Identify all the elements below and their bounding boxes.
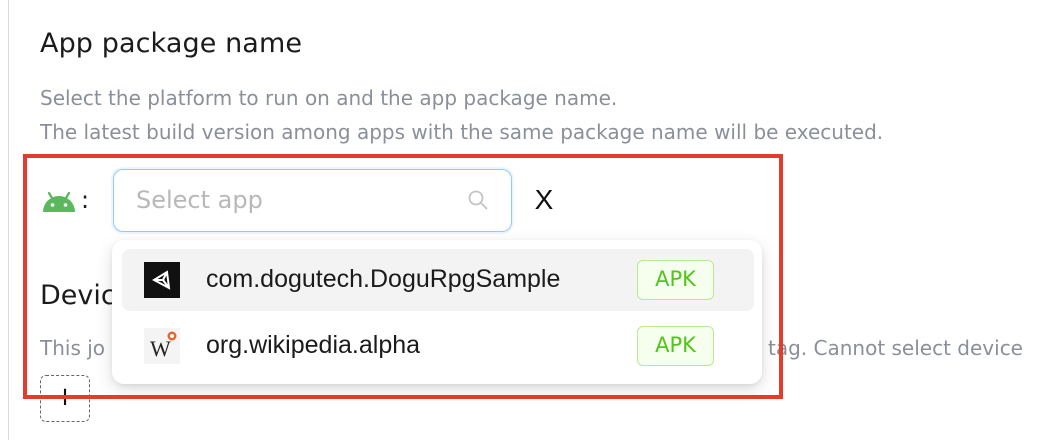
dropdown-option-label: org.wikipedia.alpha: [206, 331, 421, 359]
dropdown-option-label: com.dogutech.DoguRpgSample: [206, 265, 561, 293]
android-icon: [43, 191, 75, 212]
section-title: App package name: [40, 28, 303, 59]
dropdown-option-wikipedia[interactable]: W org.wikipedia.alpha APK: [122, 315, 754, 377]
add-device-button[interactable]: +: [40, 375, 90, 422]
unity-icon: [144, 262, 180, 298]
platform-separator: :: [81, 186, 90, 214]
apk-tag: APK: [637, 260, 714, 300]
wikipedia-icon: W: [144, 328, 180, 364]
svg-text:W: W: [150, 336, 171, 361]
device-section-description-left: This jo: [40, 336, 106, 360]
device-section-description-right: tag. Cannot select device: [768, 336, 1023, 360]
app-select-placeholder: Select app: [136, 186, 263, 214]
search-icon: [468, 190, 488, 210]
app-select-input[interactable]: Select app: [113, 169, 512, 232]
remove-platform-button[interactable]: X: [530, 183, 558, 217]
section-description-line1: Select the platform to run on and the ap…: [40, 86, 618, 110]
apk-tag: APK: [637, 326, 714, 366]
dropdown-option-dogurpgsample[interactable]: com.dogutech.DoguRpgSample APK: [122, 249, 754, 311]
app-package-panel: App package name Select the platform to …: [0, 0, 1062, 440]
section-description-line2: The latest build version among apps with…: [40, 120, 884, 144]
app-select-dropdown: com.dogutech.DoguRpgSample APK W org.wik…: [112, 240, 762, 384]
left-divider: [8, 0, 9, 440]
device-section-title: Devic: [40, 280, 116, 311]
